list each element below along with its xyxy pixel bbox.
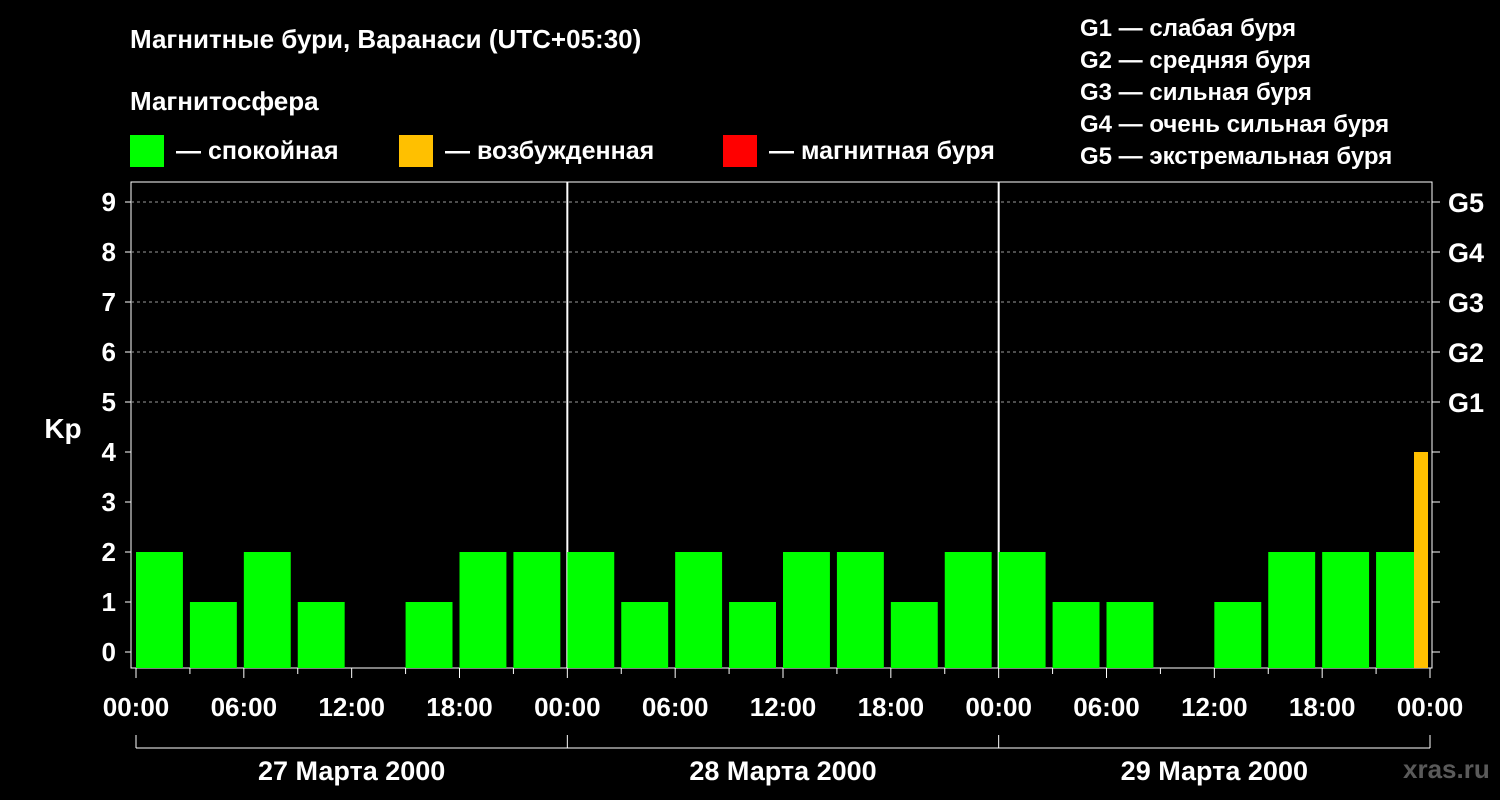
kp-bar: [1414, 452, 1428, 668]
y-tick-label: 5: [102, 387, 116, 417]
x-tick-label: 12:00: [1181, 692, 1248, 722]
x-tick-label: 00:00: [965, 692, 1032, 722]
x-tick-label: 18:00: [426, 692, 493, 722]
kp-bar: [1106, 602, 1154, 668]
y-tick-label: 9: [102, 187, 116, 217]
kp-bar: [567, 552, 615, 668]
x-tick-label: 18:00: [858, 692, 925, 722]
x-tick-label: 12:00: [318, 692, 385, 722]
kp-bar: [675, 552, 723, 668]
x-tick-label: 00:00: [103, 692, 170, 722]
kp-bar: [1268, 552, 1316, 668]
y-tick-label: 8: [102, 237, 116, 267]
chart-stage: Магнитные бури, Варанаси (UTC+05:30) Маг…: [0, 0, 1500, 800]
x-tick-label: 18:00: [1289, 692, 1356, 722]
storm-level-label: G3: [1448, 288, 1484, 318]
storm-level-label: G4: [1448, 238, 1484, 268]
kp-bar: [729, 602, 776, 668]
kp-bar: [890, 602, 938, 668]
x-tick-label: 00:00: [534, 692, 601, 722]
day-label: 28 Марта 2000: [689, 756, 876, 786]
x-tick-label: 06:00: [211, 692, 278, 722]
y-tick-label: 2: [102, 537, 116, 567]
y-tick-label: 0: [102, 637, 116, 667]
y-tick-label: 4: [102, 437, 117, 467]
plot-frame: [130, 181, 1433, 669]
kp-bar: [1052, 602, 1100, 668]
kp-bar: [459, 552, 507, 668]
x-tick-label: 06:00: [1073, 692, 1140, 722]
y-tick-label: 3: [102, 487, 116, 517]
kp-bar: [243, 552, 291, 668]
kp-bar: [405, 602, 453, 668]
kp-bar: [297, 602, 345, 668]
storm-level-label: G1: [1448, 388, 1484, 418]
x-tick-label: 00:00: [1397, 692, 1464, 722]
kp-bar: [513, 552, 561, 668]
x-tick-label: 06:00: [642, 692, 709, 722]
day-label: 29 Марта 2000: [1121, 756, 1308, 786]
kp-bar: [783, 552, 830, 668]
day-label: 27 Марта 2000: [258, 756, 445, 786]
kp-bar: [836, 552, 884, 668]
kp-bar: [1214, 602, 1262, 668]
kp-bar: [189, 602, 237, 668]
y-tick-label: 6: [102, 337, 116, 367]
storm-level-label: G2: [1448, 338, 1484, 368]
kp-bar: [136, 552, 183, 668]
y-axis-label: Kp: [44, 413, 81, 444]
kp-bar: [944, 552, 992, 668]
y-tick-label: 7: [102, 287, 116, 317]
watermark: xras.ru: [1403, 754, 1490, 784]
kp-bar-chart: 0 1 2 3 4 5 6 7 8 9 Kp G1 G2 G3 G4 G5 00:00 06:00 12:00 18:…: [44, 181, 1484, 786]
x-tick-label: 12:00: [750, 692, 817, 722]
kp-bar: [1322, 552, 1370, 668]
kp-bar: [998, 552, 1046, 668]
storm-level-label: G5: [1448, 188, 1484, 218]
y-tick-label: 1: [102, 587, 116, 617]
kp-bar: [621, 602, 669, 668]
